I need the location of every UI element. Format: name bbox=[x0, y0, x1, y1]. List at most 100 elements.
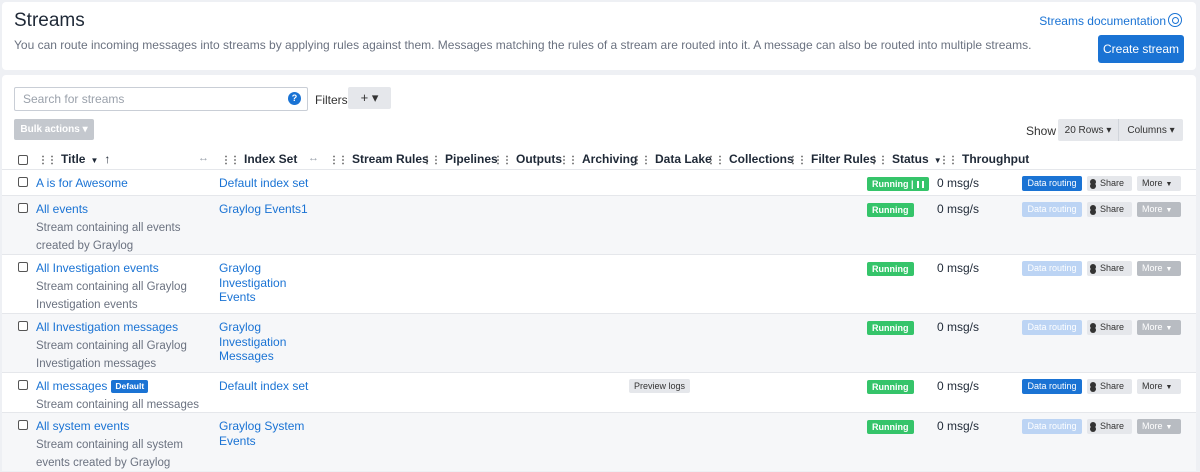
chevron-down-icon[interactable]: ▼ bbox=[90, 156, 98, 165]
column-header-throughput[interactable]: ⋮⋮ Throughput bbox=[939, 152, 1029, 166]
stream-title-link[interactable]: All events bbox=[36, 202, 88, 216]
data-routing-button[interactable]: Data routing bbox=[1022, 202, 1082, 217]
stream-title-link[interactable]: All Investigation messages bbox=[36, 320, 178, 334]
row-checkbox[interactable] bbox=[18, 321, 28, 331]
chevron-down-icon: ▼ bbox=[1165, 424, 1173, 431]
drag-handle-icon[interactable]: ⋮⋮ bbox=[939, 155, 958, 166]
data-routing-button[interactable]: Data routing bbox=[1022, 419, 1082, 434]
more-button[interactable]: More ▼ bbox=[1137, 419, 1181, 434]
table-row: All system events Stream containing all … bbox=[2, 412, 1196, 471]
index-set-link[interactable]: Default index set bbox=[219, 176, 319, 191]
more-button[interactable]: More ▼ bbox=[1137, 202, 1181, 217]
show-label: Show bbox=[1026, 124, 1057, 138]
column-header-outputs[interactable]: ⋮⋮ Outputs bbox=[493, 152, 562, 166]
lifebuoy-icon[interactable] bbox=[1168, 13, 1182, 27]
status-badge[interactable]: Running bbox=[867, 380, 914, 394]
column-header-pipelines[interactable]: ⋮⋮ Pipelines bbox=[422, 152, 498, 166]
status-badge[interactable]: Running | bbox=[867, 177, 929, 191]
column-header-data-lake[interactable]: ⋮⋮ Data Lake bbox=[632, 152, 712, 166]
stream-description: Stream containing all Graylog Investigat… bbox=[36, 340, 187, 370]
user-plus-icon bbox=[1090, 382, 1096, 388]
share-button[interactable]: Share bbox=[1087, 176, 1132, 191]
throughput-value: 0 msg/s bbox=[937, 261, 980, 275]
sort-ascending-icon[interactable]: ↑ bbox=[104, 152, 110, 166]
stream-title-link[interactable]: All messages bbox=[36, 379, 107, 393]
more-button[interactable]: More ▼ bbox=[1137, 261, 1181, 276]
streams-documentation-link[interactable]: Streams documentation bbox=[1039, 14, 1166, 28]
row-checkbox[interactable] bbox=[18, 420, 28, 430]
data-routing-button[interactable]: Data routing bbox=[1022, 176, 1082, 191]
column-header-collections[interactable]: ⋮⋮ Collections bbox=[706, 152, 794, 166]
stream-title-link[interactable]: All Investigation events bbox=[36, 261, 159, 275]
table-row: All Investigation messages Stream contai… bbox=[2, 313, 1196, 372]
page-description: You can route incoming messages into str… bbox=[14, 38, 1032, 52]
share-button[interactable]: Share bbox=[1087, 379, 1132, 394]
user-plus-icon bbox=[1090, 422, 1096, 428]
index-set-link[interactable]: Graylog System Events bbox=[219, 419, 319, 448]
data-routing-button[interactable]: Data routing bbox=[1022, 261, 1082, 276]
select-all-checkbox[interactable] bbox=[18, 155, 28, 165]
column-header-title[interactable]: ⋮⋮ Title ▼ ↑ bbox=[38, 152, 110, 166]
share-button[interactable]: Share bbox=[1087, 419, 1132, 434]
user-plus-icon bbox=[1090, 264, 1096, 270]
index-set-link[interactable]: Graylog Events1 bbox=[219, 202, 319, 217]
row-checkbox[interactable] bbox=[18, 262, 28, 272]
drag-handle-icon[interactable]: ⋮⋮ bbox=[869, 155, 888, 166]
pause-icon[interactable] bbox=[916, 181, 924, 188]
filters-label: Filters bbox=[315, 93, 348, 107]
drag-handle-icon[interactable]: ⋮⋮ bbox=[38, 155, 57, 166]
bulk-actions-button[interactable]: Bulk actions ▾ bbox=[14, 119, 94, 140]
index-set-link[interactable]: Graylog Investigation Messages bbox=[219, 320, 319, 364]
throughput-value: 0 msg/s bbox=[937, 320, 980, 334]
preview-logs-button[interactable]: Preview logs bbox=[629, 379, 691, 393]
add-filter-button[interactable]: + ▾ bbox=[348, 87, 391, 109]
drag-handle-icon[interactable]: ⋮⋮ bbox=[706, 155, 725, 166]
resize-handle-icon[interactable]: ↔ bbox=[198, 152, 209, 164]
create-stream-button[interactable]: Create stream bbox=[1098, 35, 1184, 63]
rows-per-page-button[interactable]: 20 Rows ▾ bbox=[1058, 119, 1118, 141]
drag-handle-icon[interactable]: ⋮⋮ bbox=[493, 155, 512, 166]
drag-handle-icon[interactable]: ⋮⋮ bbox=[422, 155, 441, 166]
more-button[interactable]: More ▼ bbox=[1137, 379, 1181, 394]
more-button[interactable]: More ▼ bbox=[1137, 176, 1181, 191]
stream-title-link[interactable]: A is for Awesome bbox=[36, 176, 128, 190]
user-plus-icon bbox=[1090, 323, 1096, 329]
table-row: All Investigation events Stream containi… bbox=[2, 254, 1196, 313]
drag-handle-icon[interactable]: ⋮⋮ bbox=[559, 155, 578, 166]
search-input[interactable] bbox=[15, 88, 275, 110]
index-set-link[interactable]: Graylog Investigation Events bbox=[219, 261, 319, 305]
drag-handle-icon[interactable]: ⋮⋮ bbox=[632, 155, 651, 166]
chevron-down-icon: ▼ bbox=[1165, 325, 1173, 332]
row-checkbox[interactable] bbox=[18, 203, 28, 213]
status-badge[interactable]: Running bbox=[867, 203, 914, 217]
status-badge[interactable]: Running bbox=[867, 321, 914, 335]
column-header-filter-rules[interactable]: ⋮⋮ Filter Rules bbox=[788, 152, 876, 166]
share-button[interactable]: Share bbox=[1087, 320, 1132, 335]
drag-handle-icon[interactable]: ⋮⋮ bbox=[221, 155, 240, 166]
row-checkbox[interactable] bbox=[18, 177, 28, 187]
help-icon[interactable]: ? bbox=[288, 92, 301, 105]
column-header-status[interactable]: ⋮⋮ Status ▼ bbox=[869, 152, 942, 166]
chevron-down-icon: ▼ bbox=[1165, 181, 1173, 188]
row-checkbox[interactable] bbox=[18, 380, 28, 390]
chevron-down-icon: ▼ bbox=[1165, 384, 1173, 391]
data-routing-button[interactable]: Data routing bbox=[1022, 379, 1082, 394]
stream-description: Stream containing all events created by … bbox=[36, 222, 181, 252]
data-routing-button[interactable]: Data routing bbox=[1022, 320, 1082, 335]
index-set-link[interactable]: Default index set bbox=[219, 379, 319, 394]
drag-handle-icon[interactable]: ⋮⋮ bbox=[329, 155, 348, 166]
more-button[interactable]: More ▼ bbox=[1137, 320, 1181, 335]
streams-table-card: ? Filters + ▾ Bulk actions ▾ Show 20 Row… bbox=[2, 75, 1196, 471]
status-badge[interactable]: Running bbox=[867, 262, 914, 276]
column-header-archiving[interactable]: ⋮⋮ Archiving bbox=[559, 152, 637, 166]
drag-handle-icon[interactable]: ⋮⋮ bbox=[788, 155, 807, 166]
column-header-stream-rules[interactable]: ⋮⋮ Stream Rules bbox=[329, 152, 429, 166]
share-button[interactable]: Share bbox=[1087, 202, 1132, 217]
stream-title-link[interactable]: All system events bbox=[36, 419, 129, 433]
status-badge[interactable]: Running bbox=[867, 420, 914, 434]
column-header-index-set[interactable]: ⋮⋮ Index Set bbox=[221, 152, 297, 166]
columns-button[interactable]: Columns ▾ bbox=[1118, 119, 1183, 141]
resize-handle-icon[interactable]: ↔ bbox=[308, 152, 319, 164]
share-button[interactable]: Share bbox=[1087, 261, 1132, 276]
stream-description: Stream containing all Graylog Investigat… bbox=[36, 281, 187, 311]
